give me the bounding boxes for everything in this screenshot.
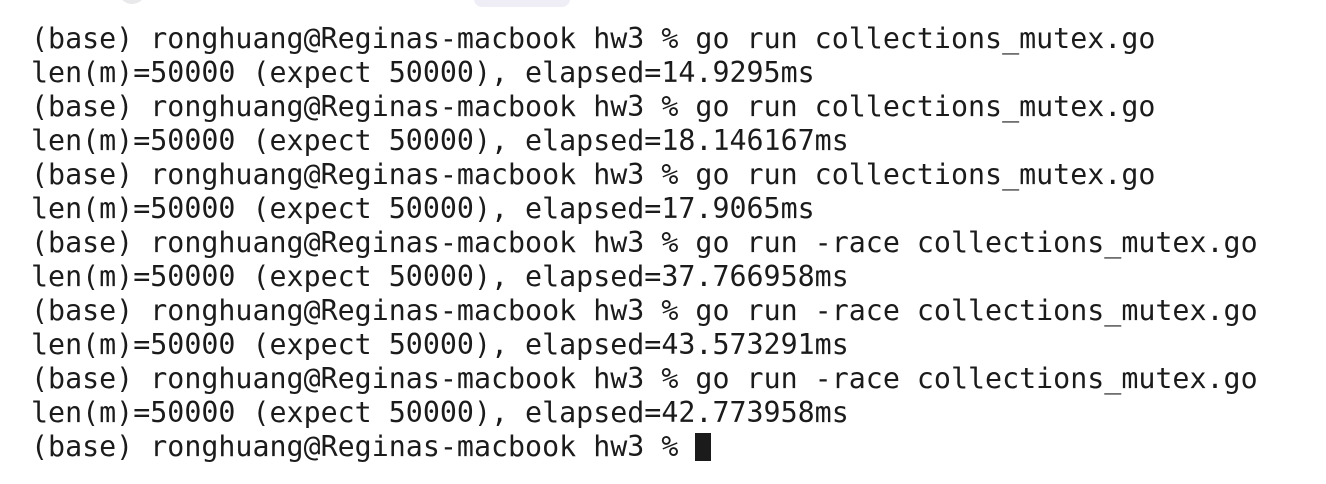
command-text: go run collections_mutex.go xyxy=(695,158,1156,191)
output-line: len(m)=50000 (expect 50000), elapsed=14.… xyxy=(31,56,815,89)
terminal-output: (base) ronghuang@Reginas-macbook hw3 % g… xyxy=(31,22,1258,464)
command-text: go run -race collections_mutex.go xyxy=(695,362,1258,395)
terminal-window[interactable]: (base) ronghuang@Reginas-macbook hw3 % g… xyxy=(0,0,1326,484)
command-text: go run -race collections_mutex.go xyxy=(695,294,1258,327)
shell-prompt: (base) ronghuang@Reginas-macbook hw3 % xyxy=(31,90,696,123)
command-line: (base) ronghuang@Reginas-macbook hw3 % g… xyxy=(31,90,1258,124)
command-line: (base) ronghuang@Reginas-macbook hw3 % g… xyxy=(31,158,1258,192)
output-line: len(m)=50000 (expect 50000), elapsed=18.… xyxy=(31,124,849,157)
shell-prompt: (base) ronghuang@Reginas-macbook hw3 % xyxy=(31,22,696,55)
command-text: go run collections_mutex.go xyxy=(695,22,1156,55)
output-line: len(m)=50000 (expect 50000), elapsed=37.… xyxy=(31,260,849,293)
command-line: (base) ronghuang@Reginas-macbook hw3 % g… xyxy=(31,226,1258,260)
window-top-edge-tab xyxy=(474,0,570,7)
shell-prompt: (base) ronghuang@Reginas-macbook hw3 % xyxy=(31,362,696,395)
shell-prompt: (base) ronghuang@Reginas-macbook hw3 % xyxy=(31,226,696,259)
shell-prompt: (base) ronghuang@Reginas-macbook hw3 % xyxy=(31,294,696,327)
command-line: (base) ronghuang@Reginas-macbook hw3 % g… xyxy=(31,294,1258,328)
command-text: go run -race collections_mutex.go xyxy=(695,226,1258,259)
window-top-edge-element xyxy=(118,0,146,4)
command-line: (base) ronghuang@Reginas-macbook hw3 % g… xyxy=(31,22,1258,56)
shell-prompt: (base) ronghuang@Reginas-macbook hw3 % xyxy=(31,430,696,463)
output-line: len(m)=50000 (expect 50000), elapsed=17.… xyxy=(31,192,815,225)
command-line-active[interactable]: (base) ronghuang@Reginas-macbook hw3 % xyxy=(31,430,1258,464)
command-text: go run collections_mutex.go xyxy=(695,90,1156,123)
command-line: (base) ronghuang@Reginas-macbook hw3 % g… xyxy=(31,362,1258,396)
output-line: len(m)=50000 (expect 50000), elapsed=42.… xyxy=(31,396,849,429)
text-cursor xyxy=(695,433,712,461)
output-line: len(m)=50000 (expect 50000), elapsed=43.… xyxy=(31,328,849,361)
shell-prompt: (base) ronghuang@Reginas-macbook hw3 % xyxy=(31,158,696,191)
